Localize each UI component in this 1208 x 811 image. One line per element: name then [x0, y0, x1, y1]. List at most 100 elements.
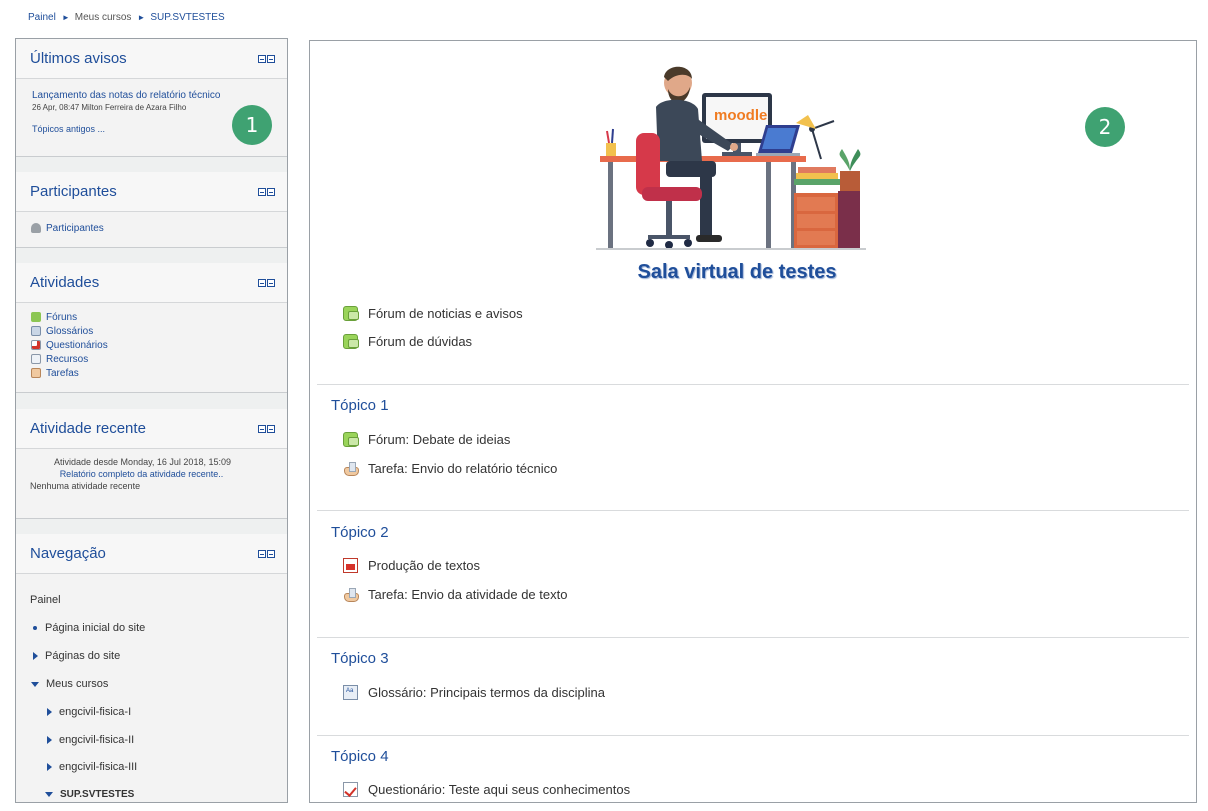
resource-forum-noticias[interactable]: Fórum de noticias e avisos	[343, 306, 523, 321]
block-atividades: Atividades Fóruns Glossários Questionári…	[16, 263, 287, 393]
collapse-icon[interactable]	[258, 425, 266, 433]
resource-tarefa-relatorio[interactable]: Tarefa: Envio do relatório técnico	[343, 461, 557, 476]
activity-label: Recursos	[46, 353, 89, 365]
course-banner-illustration: moodle	[596, 66, 866, 250]
dock-icon[interactable]	[267, 188, 275, 196]
block-header: Atividade recente	[16, 409, 287, 449]
collapse-arrow-icon	[31, 681, 39, 687]
nav-course-fisica-3[interactable]: engcivil-fisica-III	[47, 761, 137, 773]
activity-resources[interactable]: Recursos	[31, 352, 108, 366]
nav-label: Páginas do site	[45, 650, 121, 662]
resource-tarefa-texto[interactable]: Tarefa: Envio da atividade de texto	[343, 587, 567, 602]
resource-forum-duvidas[interactable]: Fórum de dúvidas	[343, 334, 472, 349]
collapse-icon[interactable]	[258, 55, 266, 63]
block-header: Participantes	[16, 172, 287, 212]
breadcrumb-meus-cursos[interactable]: Meus cursos	[75, 12, 132, 23]
block-controls[interactable]	[258, 188, 275, 196]
resource-glossario[interactable]: Glossário: Principais termos da discipli…	[343, 685, 605, 700]
assignment-icon	[31, 368, 41, 378]
block-navegacao: Navegação Painel Página inicial do site …	[16, 534, 287, 802]
nav-paginas-do-site[interactable]: Páginas do site	[33, 650, 120, 662]
glossary-icon	[31, 326, 41, 336]
resource-label: Fórum: Debate de ideias	[368, 432, 511, 447]
news-post-meta: 26 Apr, 08:47 Milton Ferreira de Azara F…	[32, 103, 187, 112]
nav-meus-cursos[interactable]: Meus cursos	[31, 678, 108, 690]
block-title: Navegação	[30, 545, 106, 562]
section-divider	[317, 735, 1189, 736]
block-header: Atividades	[16, 263, 287, 303]
breadcrumb-separator-icon: ►	[137, 13, 146, 22]
forum-icon	[31, 312, 41, 322]
resource-label: Glossário: Principais termos da discipli…	[368, 685, 605, 700]
block-title: Atividades	[30, 274, 100, 291]
collapse-icon[interactable]	[258, 188, 266, 196]
no-recent-activity: Nenhuma atividade recente	[30, 481, 141, 491]
nav-label: engcivil-fisica-II	[59, 734, 135, 746]
resource-label: Tarefa: Envio da atividade de texto	[368, 587, 568, 602]
block-participantes: Participantes Participantes	[16, 172, 287, 248]
participants-label: Participantes	[46, 222, 104, 234]
course-title: Sala virtual de testes	[637, 261, 837, 283]
nav-pagina-inicial[interactable]: Página inicial do site	[33, 622, 145, 634]
moodle-logo-text: moodle	[714, 107, 767, 124]
nav-course-fisica-1[interactable]: engcivil-fisica-I	[47, 706, 131, 718]
nav-course-fisica-2[interactable]: engcivil-fisica-II	[47, 734, 134, 746]
activity-forums[interactable]: Fóruns	[31, 310, 108, 324]
block-controls[interactable]	[258, 279, 275, 287]
dock-icon[interactable]	[267, 425, 275, 433]
resource-questionario[interactable]: Questionário: Teste aqui seus conhecimen…	[343, 782, 630, 797]
dock-icon[interactable]	[267, 55, 275, 63]
activity-label: Tarefas	[46, 367, 79, 379]
dock-icon[interactable]	[267, 550, 275, 558]
callout-badge-2: 2	[1085, 107, 1125, 147]
block-title: Atividade recente	[30, 420, 146, 437]
breadcrumb-course[interactable]: SUP.SVTESTES	[150, 12, 224, 23]
activity-assignments[interactable]: Tarefas	[31, 366, 108, 380]
nav-label: Painel	[30, 594, 61, 606]
user-icon	[31, 223, 41, 233]
resource-label: Fórum de noticias e avisos	[368, 306, 523, 321]
expand-arrow-icon	[47, 708, 52, 716]
assignment-icon	[343, 461, 359, 476]
block-atividade-recente: Atividade recente Atividade desde Monday…	[16, 409, 287, 519]
expand-arrow-icon	[47, 763, 52, 771]
activity-quizzes[interactable]: Questionários	[31, 338, 108, 352]
nav-label: Página inicial do site	[45, 622, 146, 634]
activity-label: Fóruns	[46, 311, 78, 323]
block-controls[interactable]	[258, 425, 275, 433]
collapse-icon[interactable]	[258, 279, 266, 287]
nav-current-course[interactable]: SUP.SVTESTES	[45, 789, 134, 800]
recent-report-link[interactable]: Relatório completo da atividade recente.…	[30, 469, 275, 479]
activity-glossaries[interactable]: Glossários	[31, 324, 108, 338]
news-post-link[interactable]: Lançamento das notas do relatório técnic…	[32, 90, 267, 101]
forum-icon	[343, 334, 359, 349]
resource-forum-debate[interactable]: Fórum: Debate de ideias	[343, 432, 510, 447]
breadcrumb: Painel ► Meus cursos ► SUP.SVTESTES	[28, 12, 227, 23]
recent-since-text: Atividade desde Monday, 16 Jul 2018, 15:…	[54, 457, 231, 467]
topic-4-title: Tópico 4	[331, 748, 389, 765]
topic-1-title: Tópico 1	[331, 397, 389, 414]
file-icon	[31, 354, 41, 364]
block-controls[interactable]	[258, 550, 275, 558]
resource-label: Produção de textos	[368, 558, 481, 573]
dock-icon[interactable]	[267, 279, 275, 287]
expand-arrow-icon	[33, 652, 38, 660]
block-title: Participantes	[30, 183, 117, 200]
nav-label: engcivil-fisica-I	[59, 706, 132, 718]
resource-producao-textos[interactable]: Produção de textos	[343, 558, 480, 573]
breadcrumb-painel[interactable]: Painel	[28, 12, 56, 23]
block-header: Navegação	[16, 534, 287, 574]
section-divider	[317, 384, 1189, 385]
nav-painel[interactable]: Painel	[30, 594, 61, 606]
collapse-icon[interactable]	[258, 550, 266, 558]
participants-link[interactable]: Participantes	[31, 221, 104, 235]
activity-label: Glossários	[46, 325, 94, 337]
forum-icon	[343, 432, 359, 447]
pdf-icon	[343, 558, 358, 573]
assignment-icon	[343, 587, 359, 602]
quiz-icon	[343, 782, 358, 797]
nav-label: engcivil-fisica-III	[59, 761, 138, 773]
quiz-icon	[31, 340, 41, 350]
block-controls[interactable]	[258, 55, 275, 63]
course-content: moodle Sala virtual de testes Fórum de n…	[309, 40, 1197, 803]
